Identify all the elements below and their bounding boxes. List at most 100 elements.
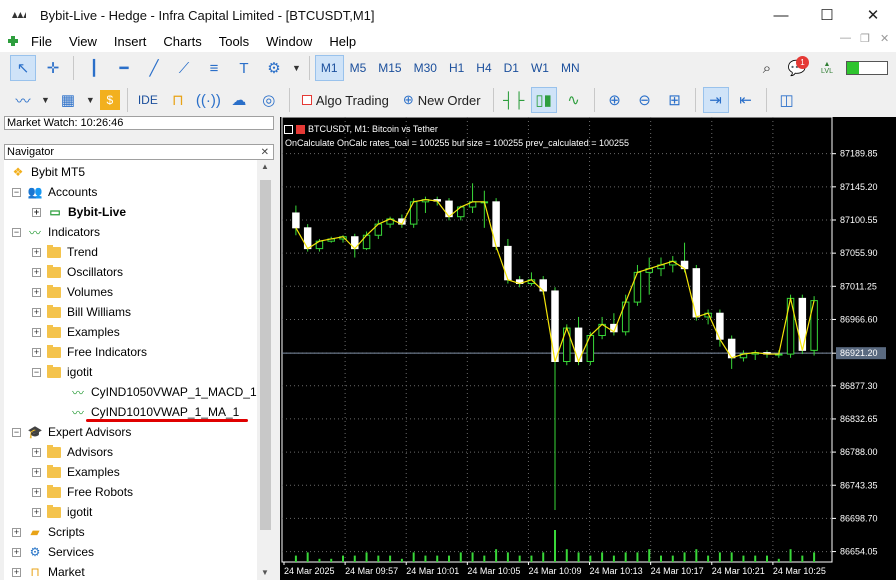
timeframe-w1[interactable]: W1 [525,55,555,81]
screenshot-icon[interactable]: ◫ [774,87,800,113]
scroll-up-icon[interactable]: ▲ [261,162,269,171]
expand-icon[interactable]: + [32,307,41,317]
tree-indicators[interactable]: − 〰 Indicators [12,222,100,242]
tree-ea-free-robots[interactable]: + Free Robots [32,482,133,502]
collapse-icon[interactable]: − [32,367,41,377]
expand-icon[interactable]: + [12,527,21,537]
services-globe-icon[interactable]: ◎ [256,87,282,113]
timeframe-m30[interactable]: M30 [408,55,443,81]
expand-icon[interactable]: + [32,287,41,297]
auto-scroll-icon[interactable]: ⇥ [702,87,729,113]
zoom-in-icon[interactable]: ⊕ [602,87,628,113]
text-tool-icon[interactable]: T [231,55,257,81]
tree-scripts[interactable]: + ▰ Scripts [12,522,85,542]
crosshair-tool-icon[interactable]: ✛ [40,55,66,81]
timeframe-mn[interactable]: MN [555,55,586,81]
mdi-minimize-icon[interactable]: — [840,32,851,44]
menu-help[interactable]: Help [320,34,364,49]
new-order-button[interactable]: ⊕ New Order [398,87,486,113]
chart-menu-icon[interactable] [284,124,293,134]
tree-indicator-examples[interactable]: + Examples [32,322,120,342]
tree-indicator-volumes[interactable]: + Volumes [32,282,113,302]
chart-shift-icon[interactable]: ⇤ [733,87,759,113]
maximize-button[interactable]: ☐ [804,0,850,30]
expand-icon[interactable]: + [12,547,21,557]
tree-account-bybit-live[interactable]: + ▭ Bybit-Live [32,202,126,222]
line-chart-icon[interactable]: ∿ [561,87,587,113]
timeframe-h4[interactable]: H4 [470,55,497,81]
bar-chart-icon[interactable]: ┤├ [501,87,527,113]
mdi-close-icon[interactable]: ✕ [880,32,889,45]
fibonacci-icon[interactable]: ≡ [201,55,227,81]
navigator-close-icon[interactable]: ✕ [261,145,269,160]
expand-icon[interactable]: + [32,467,41,477]
tree-ea-advisors[interactable]: + Advisors [32,442,113,462]
menu-file[interactable]: File [22,34,60,49]
chart-window[interactable]: 87189.85 87145.20 87100.55 87055.90 87011.25… [280,117,896,580]
templates-dropdown-icon[interactable]: ▼ [85,87,96,113]
vertical-line-icon[interactable]: ┃ [81,55,107,81]
tree-ea-igotit[interactable]: + igotit [32,502,92,522]
collapse-icon[interactable]: − [12,227,21,237]
tree-ea-examples[interactable]: + Examples [32,462,120,482]
expand-icon[interactable]: + [32,267,41,277]
tile-windows-icon[interactable]: ⊞ [662,87,688,113]
collapse-icon[interactable]: − [12,187,21,197]
channel-icon[interactable]: ⟋ [171,55,197,81]
tree-expert-advisors[interactable]: − 🎓 Expert Advisors [12,422,131,442]
notifications-icon[interactable]: 💬 1 [784,55,810,81]
tree-indicator-oscillators[interactable]: + Oscillators [32,262,123,282]
tree-market[interactable]: + ⊓ Market [12,562,85,580]
trend-line-icon[interactable]: ╱ [141,55,167,81]
trading-icon[interactable]: $ [99,90,120,110]
expand-icon[interactable]: + [32,487,41,497]
menu-tools[interactable]: Tools [210,34,257,49]
timeframe-m1[interactable]: M1 [314,55,344,81]
vps-cloud-icon[interactable]: ☁ [226,87,252,113]
expand-icon[interactable]: + [32,247,41,257]
timeframe-m5[interactable]: M5 [344,55,373,81]
expand-icon[interactable]: + [32,447,41,457]
level-icon[interactable]: ▲ LVL [814,55,840,81]
expand-icon[interactable]: + [32,507,41,517]
mdi-restore-icon[interactable]: ❐ [860,32,870,45]
tree-indicator-trend[interactable]: + Trend [32,242,98,262]
collapse-icon[interactable]: − [12,427,21,437]
menu-insert[interactable]: Insert [105,34,155,49]
scroll-down-icon[interactable]: ▼ [261,568,269,577]
expand-icon[interactable]: + [32,207,41,217]
shapes-icon[interactable]: ⚙ [261,55,287,81]
candlestick-chart[interactable]: 87189.85 87145.20 87100.55 87055.90 87011.25… [280,117,896,580]
navigator-scrollbar[interactable]: ▲ ▼ [257,160,274,580]
ide-button[interactable]: IDE [135,87,161,113]
scrollbar-thumb[interactable] [260,180,271,530]
tree-services[interactable]: + ⚙ Services [12,542,94,562]
menu-view[interactable]: View [60,34,105,49]
tree-indicator-free[interactable]: + Free Indicators [32,342,147,362]
indicators-icon[interactable]: 〰 [10,87,36,113]
tree-indicator-igotit[interactable]: − igotit [32,362,92,382]
indicators-dropdown-icon[interactable]: ▼ [40,87,51,113]
candlestick-chart-icon[interactable]: ▯▮ [530,87,557,113]
close-button[interactable]: ✕ [850,0,896,30]
cursor-tool-icon[interactable]: ↖ [10,55,36,81]
signals-icon[interactable]: ((·)) [195,87,222,113]
tree-accounts[interactable]: − 👥 Accounts [12,182,97,202]
algo-trading-button[interactable]: Algo Trading [297,87,394,113]
expand-icon[interactable]: + [32,327,41,337]
market-bag-icon[interactable]: ⊓ [165,87,191,113]
timeframe-d1[interactable]: D1 [498,55,525,81]
timeframe-h1[interactable]: H1 [443,55,470,81]
menu-window[interactable]: Window [257,34,320,49]
menu-charts[interactable]: Charts [154,34,209,49]
shapes-dropdown-icon[interactable]: ▼ [291,55,302,81]
minimize-button[interactable]: — [758,0,804,30]
tree-indicator-bill-williams[interactable]: + Bill Williams [32,302,131,322]
timeframe-m15[interactable]: M15 [372,55,407,81]
expand-icon[interactable]: + [32,347,41,357]
expand-icon[interactable]: + [12,567,21,577]
zoom-out-icon[interactable]: ⊖ [632,87,658,113]
templates-icon[interactable]: ▦ [55,87,81,113]
horizontal-line-icon[interactable]: ━ [111,55,137,81]
search-icon[interactable]: ⌕ [754,55,780,81]
